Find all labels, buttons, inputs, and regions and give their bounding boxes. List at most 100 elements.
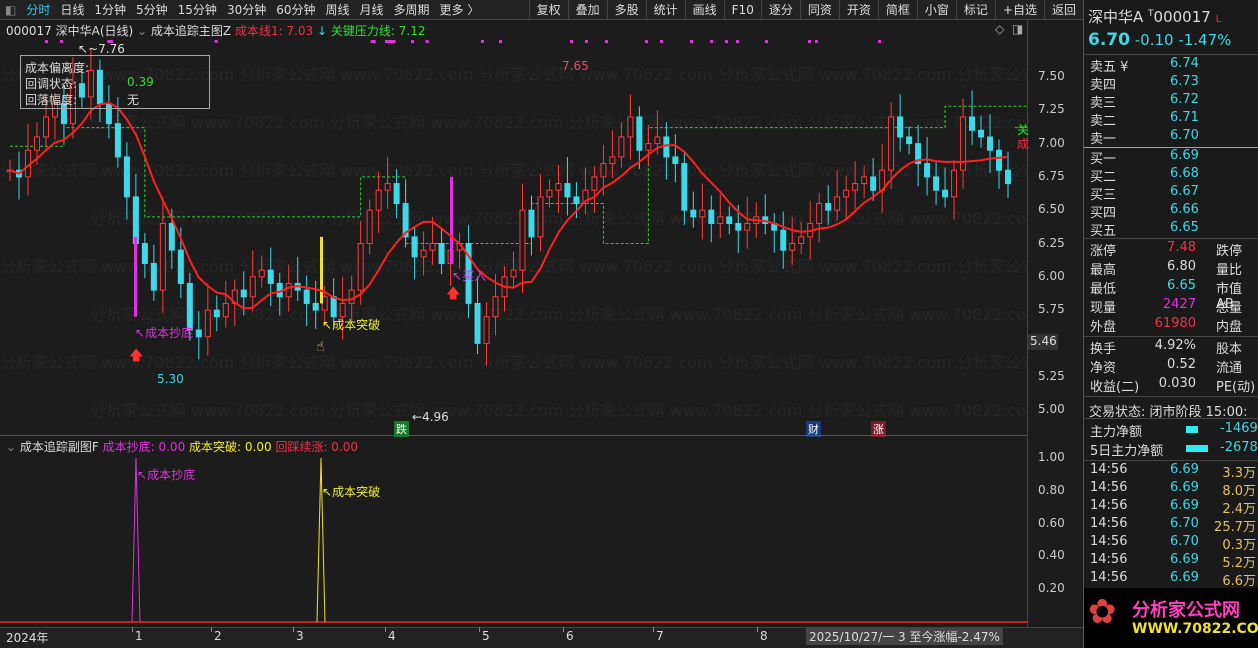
toolbar-button-4[interactable]: 画线 [684, 0, 724, 20]
stat-row: 涨停 7.48 跌停 [1090, 240, 1256, 259]
signal-dot [765, 40, 768, 43]
period-tab-3[interactable]: 5分钟 [131, 1, 173, 18]
sub-y-tick-label: 0.80 [1038, 482, 1065, 497]
toolbar-button-10[interactable]: 小窗 [916, 0, 956, 20]
row-label: 买四 [1090, 206, 1117, 221]
candle-body [132, 196, 139, 245]
candle-body [789, 243, 796, 251]
candle-body [825, 203, 832, 211]
tick-row: 14:56 6.69 6.6万 [1090, 570, 1256, 589]
candle-body [213, 309, 220, 318]
toolbar-button-13[interactable]: 返回 [1043, 0, 1083, 20]
chart-info-line: 000017 深中华A(日线) ⌄ 成本追踪主图Z 成本线1: 7.03 ↓ 关… [6, 22, 426, 39]
period-tab-5[interactable]: 30分钟 [222, 1, 271, 18]
row-value: 6.65 [1167, 278, 1196, 293]
tick-time: 14:56 [1090, 534, 1128, 549]
toolbar-button-6[interactable]: 逐分 [760, 0, 800, 20]
toolbar-button-3[interactable]: 统计 [645, 0, 685, 20]
toolbar-button-1[interactable]: 叠加 [567, 0, 607, 20]
toolbar-button-12[interactable]: +自选 [994, 0, 1044, 20]
candle-body [906, 136, 913, 145]
period-tab-4[interactable]: 15分钟 [173, 1, 222, 18]
candle-body [492, 296, 499, 318]
period-tab-0[interactable]: 分时 [21, 1, 55, 18]
sidebar-toggle-icon[interactable]: ◧ [0, 3, 21, 17]
candle-body [861, 176, 868, 185]
indicator-name[interactable]: 成本追踪主图Z [151, 24, 231, 38]
tick-row: 14:56 6.69 3.3万 [1090, 462, 1256, 481]
row-label: 卖一 [1090, 132, 1117, 147]
drop-range-value: 无 [127, 93, 140, 107]
x-tick-label: 5 [482, 629, 490, 643]
toolbar-button-9[interactable]: 简框 [877, 0, 917, 20]
signal-dot [60, 40, 63, 43]
x-tick-mark [293, 627, 294, 632]
row-value: 6.65 [1170, 220, 1199, 235]
indicator-dropdown-icon[interactable]: ⌄ [137, 24, 147, 38]
row-label: 买二 [1090, 170, 1117, 185]
tick-volume: 8.0万 [1222, 484, 1256, 499]
signal-dot [690, 40, 693, 43]
signal-dot [392, 40, 396, 43]
period-tab-9[interactable]: 多周期 [389, 1, 435, 18]
candle-body [222, 302, 229, 318]
stat-row: 净资 0.52 流通 [1090, 357, 1256, 376]
tick-time: 14:56 [1090, 462, 1128, 477]
candle-body [420, 249, 427, 258]
tick-price: 6.69 [1170, 552, 1199, 567]
candle-body [483, 316, 490, 344]
watermark-text: 分析家公式网 www.70822.com 分析家公式网 www.70822.co… [0, 353, 1028, 372]
watermark-name: 分析家公式网 [1132, 600, 1240, 621]
toolbar-button-8[interactable]: 开资 [838, 0, 878, 20]
row-label: 最高 [1090, 263, 1117, 278]
sub-break-label: 成本突破 [332, 485, 381, 499]
candle-body [933, 176, 940, 191]
low-label-496: ←4.96 [412, 410, 449, 424]
signal-dot [878, 40, 881, 43]
x-tick-label: 6 [566, 629, 574, 643]
quote-title: 深中华A T000017 L [1088, 8, 1222, 26]
period-tab-10[interactable]: 更多 〉 [435, 1, 485, 18]
period-tab-8[interactable]: 月线 [355, 1, 389, 18]
y-tick-label: 6.00 [1038, 268, 1065, 283]
row-label-right: 量比 [1216, 263, 1243, 278]
candle-body [969, 116, 976, 131]
signal-dot [605, 40, 608, 43]
toolbar-button-2[interactable]: 多股 [606, 0, 646, 20]
drop-range-label: 回落幅度: [25, 93, 78, 107]
signal-candle [450, 176, 453, 264]
signal-dot [390, 40, 393, 43]
toolbar-button-11[interactable]: 标记 [955, 0, 995, 20]
stat-row: 外盘 61980 内盘 [1090, 316, 1256, 335]
toolbar-button-0[interactable]: 复权 [528, 0, 568, 20]
period-tab-1[interactable]: 日线 [55, 1, 89, 18]
toolbar-button-7[interactable]: 同资 [799, 0, 839, 20]
x-tick-mark [653, 627, 654, 632]
candle-body [645, 143, 652, 151]
candle-body [699, 209, 706, 218]
period-tab-6[interactable]: 60分钟 [271, 1, 320, 18]
deviation-label: 成本偏离度: [25, 61, 90, 75]
y-tick-label: 6.25 [1038, 235, 1065, 250]
low-label-530: 5.30 [157, 372, 184, 386]
candle-body [618, 136, 625, 158]
diamond-icon[interactable]: ◇ [995, 22, 1004, 36]
tick-row: 14:56 6.69 8.0万 [1090, 480, 1256, 499]
tick-volume: 2.4万 [1222, 502, 1256, 517]
candle-body [159, 223, 166, 291]
signal-dot [710, 40, 713, 43]
stock-name: 深中华A [1088, 8, 1144, 26]
stock-code-name: 000017 深中华A(日线) [6, 24, 134, 38]
window-toggle-icon[interactable]: ◨ [1012, 22, 1023, 36]
row-label: 买一 [1090, 152, 1117, 167]
sub-break-signal: ↖成本突破 [322, 485, 381, 499]
up-arrow-icon: 🡅 [446, 286, 461, 302]
candle-body [375, 189, 382, 211]
candle-body [177, 249, 184, 284]
period-tab-7[interactable]: 周线 [321, 1, 355, 18]
period-tab-2[interactable]: 1分钟 [89, 1, 131, 18]
toolbar-button-5[interactable]: F10 [723, 0, 761, 20]
bid-row: 买三 6.67 [1090, 184, 1256, 203]
x-tick-mark [479, 627, 480, 632]
cost-dip-signal: ↖成本抄底 [135, 326, 194, 340]
